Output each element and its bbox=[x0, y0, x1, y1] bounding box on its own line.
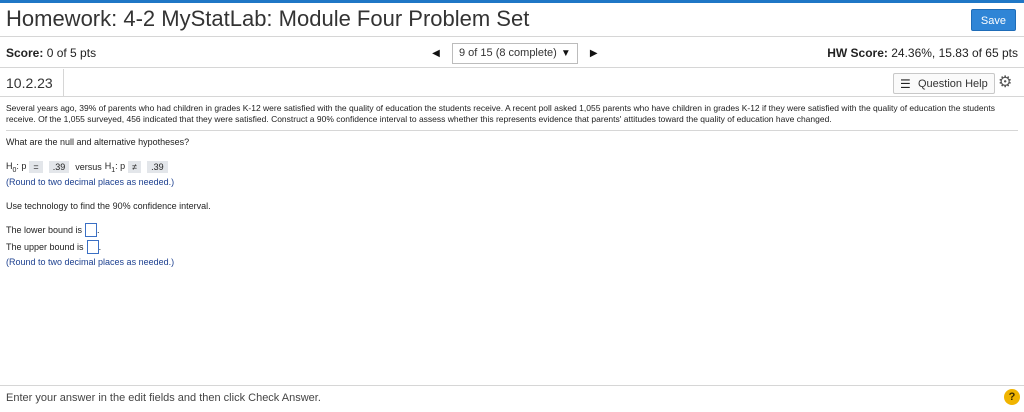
score: Score: 0 of 5 pts bbox=[6, 46, 96, 60]
gear-icon[interactable]: ⚙ bbox=[998, 75, 1014, 91]
problem-statement: Several years ago, 39% of parents who ha… bbox=[6, 103, 1018, 131]
next-question-icon[interactable]: ▶ bbox=[584, 43, 604, 63]
h0-operator-answer[interactable]: = bbox=[29, 161, 43, 174]
hw-score-label: HW Score: bbox=[827, 46, 888, 60]
h1-value-answer[interactable]: .39 bbox=[147, 161, 168, 174]
help-icon[interactable]: ? bbox=[1004, 389, 1020, 405]
question-select[interactable]: 9 of 15 (8 complete) ▼ bbox=[452, 42, 578, 64]
h0-value-answer[interactable]: .39 bbox=[48, 161, 70, 174]
question-content: Several years ago, 39% of parents who ha… bbox=[6, 103, 1018, 267]
header: Homework: 4-2 MyStatLab: Module Four Pro… bbox=[0, 3, 1024, 37]
question-navigator: ◀ 9 of 15 (8 complete) ▼ ▶ bbox=[426, 42, 604, 64]
save-button[interactable]: Save bbox=[970, 9, 1016, 31]
lower-bound-row: The lower bound is . bbox=[6, 222, 100, 237]
list-icon: ☰ bbox=[900, 76, 911, 91]
question-help-button[interactable]: ☰ Question Help bbox=[893, 73, 995, 94]
score-bar: Score: 0 of 5 pts ◀ 9 of 15 (8 complete)… bbox=[0, 38, 1024, 68]
question-select-text: 9 of 15 (8 complete) bbox=[459, 47, 557, 59]
round-hint: (Round to two decimal places as needed.) bbox=[6, 176, 175, 187]
page-title: Homework: 4-2 MyStatLab: Module Four Pro… bbox=[6, 6, 530, 31]
question-bar: 10.2.23 ☰ Question Help ⚙ bbox=[0, 69, 1024, 97]
footer-instructions: Enter your answer in the edit fields and… bbox=[6, 392, 321, 404]
technology-prompt: Use technology to find the 90% confidenc… bbox=[6, 200, 211, 211]
previous-question-icon[interactable]: ◀ bbox=[426, 43, 446, 63]
score-value: 0 of 5 pts bbox=[46, 46, 97, 60]
upper-bound-label: The upper bound is bbox=[6, 241, 84, 252]
versus-text: versus bbox=[75, 162, 102, 173]
upper-bound-input[interactable] bbox=[86, 239, 99, 254]
hw-score: HW Score: 24.36%, 15.83 of 65 pts bbox=[827, 46, 1018, 60]
divider bbox=[63, 69, 64, 97]
footer: Enter your answer in the edit fields and… bbox=[0, 385, 1024, 412]
score-label: Score: bbox=[6, 46, 44, 60]
question-number: 10.2.23 bbox=[6, 75, 53, 91]
hw-score-value: 24.36%, 15.83 of 65 pts bbox=[891, 46, 1018, 60]
h1-operator-answer[interactable]: ≠ bbox=[128, 161, 142, 174]
round-hint-2: (Round to two decimal places as needed.) bbox=[6, 256, 175, 267]
h1-label: H1: p bbox=[104, 161, 126, 174]
hypotheses-prompt: What are the null and alternative hypoth… bbox=[6, 137, 190, 147]
hypotheses-row: H0: p = .39 versus H1: p ≠ .39 bbox=[6, 161, 1018, 174]
upper-bound-row: The upper bound is . bbox=[6, 239, 102, 254]
h0-label: H0: p bbox=[6, 161, 27, 174]
question-help-label: Question Help bbox=[918, 77, 988, 90]
caret-down-icon: ▼ bbox=[560, 47, 571, 59]
lower-bound-input[interactable] bbox=[85, 222, 98, 237]
lower-bound-label: The lower bound is bbox=[6, 224, 83, 235]
bounds-section: The lower bound is . The upper bound is … bbox=[6, 222, 1018, 267]
